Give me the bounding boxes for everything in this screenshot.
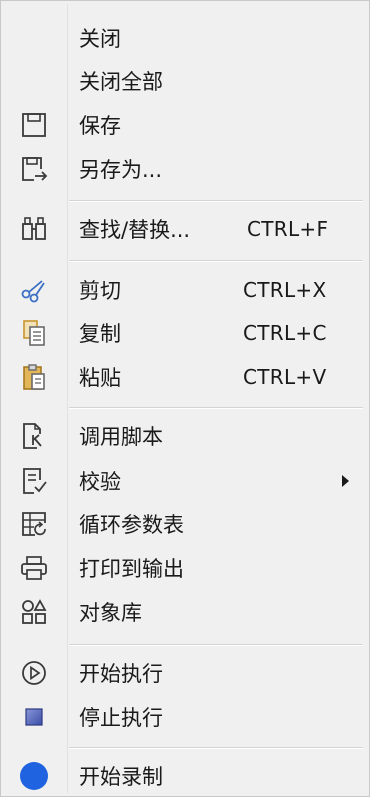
menu-separator	[69, 260, 363, 262]
menu-item-label: 保存	[79, 114, 121, 138]
menu-item-stop-run[interactable]: 停止执行	[4, 697, 366, 737]
submenu-arrow-icon	[342, 475, 349, 487]
stop-icon	[17, 700, 51, 734]
menu-item-label: 开始录制	[79, 765, 163, 789]
menu-item-label: 复制	[79, 322, 121, 346]
shortcut-text: CTRL+V	[243, 365, 327, 389]
save-icon	[17, 108, 51, 142]
menu-item-label: 关闭	[79, 27, 121, 51]
menu-item-label: 循环参数表	[79, 513, 184, 537]
menu-item-validate[interactable]: 校验	[4, 461, 366, 501]
menu-item-save[interactable]: 保存	[4, 105, 366, 145]
menu-item-copy[interactable]: 复制 CTRL+C	[4, 313, 366, 353]
menu-item-paste[interactable]: 粘贴 CTRL+V	[4, 357, 366, 397]
menu-item-call-script[interactable]: 调用脚本	[4, 416, 366, 456]
menu-item-find-replace[interactable]: 查找/替换... CTRL+F	[4, 209, 366, 249]
menu-item-label: 关闭全部	[79, 70, 163, 94]
menu-item-close-all[interactable]: 关闭全部	[4, 61, 366, 101]
menu-item-label: 另存为...	[79, 158, 163, 182]
shortcut-text: CTRL+F	[247, 217, 329, 241]
menu-item-label: 打印到输出	[79, 557, 184, 581]
record-icon	[17, 759, 51, 793]
menu-item-save-as[interactable]: 另存为...	[4, 149, 366, 189]
call-script-icon	[17, 419, 51, 453]
menu-item-label: 对象库	[79, 601, 142, 625]
menu-item-label: 开始执行	[79, 662, 163, 686]
menu-item-print-output[interactable]: 打印到输出	[4, 548, 366, 588]
shortcut-text: CTRL+X	[243, 278, 327, 302]
menu-item-cut[interactable]: 剪切 CTRL+X	[4, 270, 366, 310]
printer-icon	[17, 551, 51, 585]
menu-item-label: 剪切	[79, 279, 121, 303]
context-menu: 关闭 关闭全部 保存 另存为... 查找/替换... CTRL+F 剪切 CTR…	[0, 0, 370, 797]
save-as-icon	[17, 152, 51, 186]
menu-item-loop-params[interactable]: 循环参数表	[4, 504, 366, 544]
copy-icon	[17, 316, 51, 350]
validate-icon	[17, 464, 51, 498]
shortcut-text: CTRL+C	[243, 321, 327, 345]
menu-item-label: 查找/替换...	[79, 218, 191, 242]
paste-icon	[17, 360, 51, 394]
menu-item-label: 停止执行	[79, 706, 163, 730]
object-library-icon	[17, 595, 51, 629]
play-icon	[17, 656, 51, 690]
loop-table-icon	[17, 507, 51, 541]
scissors-icon	[17, 273, 51, 307]
menu-separator	[69, 407, 363, 409]
menu-separator	[69, 747, 363, 749]
menu-item-object-library[interactable]: 对象库	[4, 592, 366, 632]
menu-separator	[69, 644, 363, 646]
menu-separator	[69, 200, 363, 202]
binoculars-icon	[17, 212, 51, 246]
menu-item-label: 调用脚本	[79, 425, 163, 449]
menu-item-label: 校验	[79, 470, 121, 494]
menu-item-start-record[interactable]: 开始录制	[4, 756, 366, 796]
menu-item-label: 粘贴	[79, 366, 121, 390]
menu-item-start-run[interactable]: 开始执行	[4, 653, 366, 693]
menu-item-close[interactable]: 关闭	[4, 18, 366, 58]
